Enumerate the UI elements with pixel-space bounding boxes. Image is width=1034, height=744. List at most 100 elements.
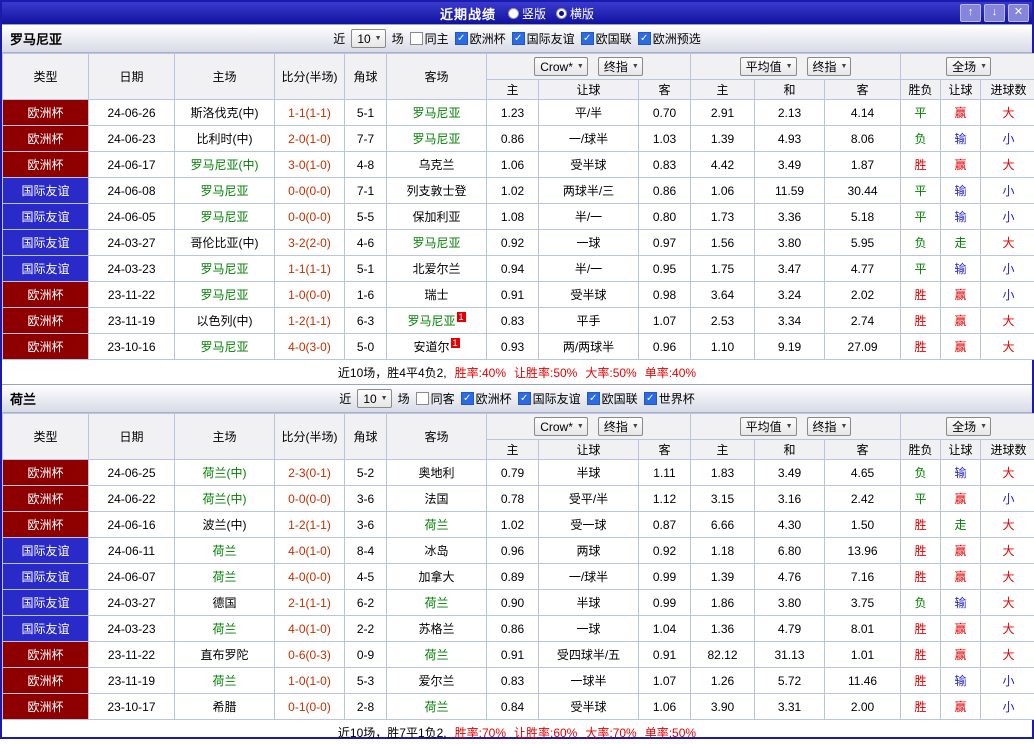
- home-team-cell[interactable]: 荷兰(中): [175, 460, 275, 486]
- away-team-cell[interactable]: 安道尔1: [387, 334, 487, 360]
- competition-cell: 国际友谊: [3, 564, 89, 590]
- away-team-cell[interactable]: 冰岛: [387, 538, 487, 564]
- away-team-cell[interactable]: 北爱尔兰: [387, 256, 487, 282]
- home-team-cell[interactable]: 罗马尼亚: [175, 178, 275, 204]
- column-header: 主: [691, 440, 755, 460]
- home-team-cell[interactable]: 罗马尼亚: [175, 256, 275, 282]
- result-handicap: 赢: [941, 308, 981, 334]
- match-row: 欧洲杯23-11-22直布罗陀0-6(0-3)0-9荷兰0.91受四球半/五0.…: [3, 642, 1034, 668]
- scope-select[interactable]: 全场▼: [946, 417, 991, 436]
- home-team-cell[interactable]: 以色列(中): [175, 308, 275, 334]
- checkbox-icon: ✓: [461, 392, 474, 405]
- home-team-cell[interactable]: 波兰(中): [175, 512, 275, 538]
- home-team-cell[interactable]: 荷兰: [175, 616, 275, 642]
- league-checkbox[interactable]: ✓欧洲预选: [638, 30, 701, 47]
- team-name-text: 荷兰: [212, 674, 236, 688]
- away-team-cell[interactable]: 瑞士: [387, 282, 487, 308]
- move-up-button[interactable]: ↑: [960, 4, 981, 22]
- away-team-cell[interactable]: 罗马尼亚1: [387, 308, 487, 334]
- home-team-cell[interactable]: 罗马尼亚: [175, 204, 275, 230]
- team-name-text: 哥伦比亚(中): [191, 236, 259, 250]
- away-team-cell[interactable]: 乌克兰: [387, 152, 487, 178]
- final-index-select[interactable]: 终指▼: [807, 417, 852, 436]
- match-row: 欧洲杯24-06-26斯洛伐克(中)1-1(1-1)5-1罗马尼亚1.23平/半…: [3, 100, 1034, 126]
- away-team-cell[interactable]: 奥地利: [387, 460, 487, 486]
- away-team-cell[interactable]: 加拿大: [387, 564, 487, 590]
- away-team-cell[interactable]: 列支敦士登: [387, 178, 487, 204]
- avg-away-odds: 3.75: [825, 590, 901, 616]
- layout-radio-horizontal[interactable]: 横版: [556, 5, 594, 22]
- final-index-select[interactable]: 终指▼: [598, 417, 643, 436]
- close-button[interactable]: ✕: [1008, 4, 1029, 22]
- summary-stat: 胜率:40%: [455, 364, 506, 381]
- league-checkbox[interactable]: ✓欧国联: [587, 390, 638, 407]
- league-label: 欧洲预选: [653, 30, 701, 47]
- home-team-cell[interactable]: 荷兰: [175, 538, 275, 564]
- column-header: 比分(半场): [275, 414, 345, 460]
- avg-home-odds: 1.10: [691, 334, 755, 360]
- away-team-cell[interactable]: 荷兰: [387, 590, 487, 616]
- asia-away-odds: 0.99: [639, 590, 691, 616]
- away-team-cell[interactable]: 荷兰: [387, 694, 487, 720]
- home-team-cell[interactable]: 斯洛伐克(中): [175, 100, 275, 126]
- final-index-select[interactable]: 终指▼: [807, 57, 852, 76]
- home-team-cell[interactable]: 德国: [175, 590, 275, 616]
- radio-icon: [508, 8, 519, 19]
- home-team-cell[interactable]: 罗马尼亚: [175, 282, 275, 308]
- layout-radio-vertical[interactable]: 竖版: [508, 5, 546, 22]
- away-team-cell[interactable]: 罗马尼亚: [387, 230, 487, 256]
- league-checkbox[interactable]: ✓世界杯: [644, 390, 695, 407]
- near-label: 近: [333, 30, 345, 47]
- home-team-cell[interactable]: 荷兰(中): [175, 486, 275, 512]
- match-count-select[interactable]: 10▼: [357, 389, 391, 408]
- home-team-cell[interactable]: 荷兰: [175, 564, 275, 590]
- away-team-cell[interactable]: 法国: [387, 486, 487, 512]
- away-team-cell[interactable]: 保加利亚: [387, 204, 487, 230]
- result-handicap: 走: [941, 230, 981, 256]
- corner-cell: 1-6: [345, 282, 387, 308]
- asia-handicap: 平/半: [539, 100, 639, 126]
- asia-handicap: 半/一: [539, 204, 639, 230]
- column-header: 日期: [89, 54, 175, 100]
- away-team-cell[interactable]: 苏格兰: [387, 616, 487, 642]
- average-select[interactable]: 平均值▼: [740, 417, 797, 436]
- league-checkbox[interactable]: ✓国际友谊: [512, 30, 575, 47]
- asia-away-odds: 1.06: [639, 694, 691, 720]
- move-down-button[interactable]: ↓: [984, 4, 1005, 22]
- scope-select[interactable]: 全场▼: [946, 57, 991, 76]
- asia-home-odds: 0.92: [487, 230, 539, 256]
- league-checkbox[interactable]: ✓欧洲杯: [461, 390, 512, 407]
- average-select[interactable]: 平均值▼: [740, 57, 797, 76]
- away-team-cell[interactable]: 罗马尼亚: [387, 126, 487, 152]
- final-index-select[interactable]: 终指▼: [598, 57, 643, 76]
- avg-home-odds: 2.91: [691, 100, 755, 126]
- avg-home-odds: 1.73: [691, 204, 755, 230]
- away-team-cell[interactable]: 荷兰: [387, 512, 487, 538]
- avg-away-odds: 2.42: [825, 486, 901, 512]
- home-team-cell[interactable]: 哥伦比亚(中): [175, 230, 275, 256]
- league-checkbox[interactable]: ✓欧国联: [581, 30, 632, 47]
- result-outcome: 胜: [901, 564, 941, 590]
- home-team-cell[interactable]: 罗马尼亚(中): [175, 152, 275, 178]
- home-team-cell[interactable]: 直布罗陀: [175, 642, 275, 668]
- away-team-cell[interactable]: 荷兰: [387, 642, 487, 668]
- home-team-cell[interactable]: 荷兰: [175, 668, 275, 694]
- league-checkbox[interactable]: ✓国际友谊: [518, 390, 581, 407]
- home-team-cell[interactable]: 比利时(中): [175, 126, 275, 152]
- bookmaker-select[interactable]: Crow*▼: [534, 417, 588, 436]
- match-count-select[interactable]: 10▼: [351, 29, 385, 48]
- home-team-cell[interactable]: 罗马尼亚: [175, 334, 275, 360]
- team-name-text: 罗马尼亚: [412, 132, 460, 146]
- away-team-cell[interactable]: 爱尔兰: [387, 668, 487, 694]
- column-header: 客场: [387, 414, 487, 460]
- same-venue-checkbox[interactable]: 同客: [416, 390, 455, 407]
- same-venue-checkbox[interactable]: 同主: [410, 30, 449, 47]
- league-checkbox[interactable]: ✓欧洲杯: [455, 30, 506, 47]
- team-name-text: 荷兰: [424, 518, 448, 532]
- home-team-cell[interactable]: 希腊: [175, 694, 275, 720]
- asia-handicap: 一球: [539, 230, 639, 256]
- competition-cell: 国际友谊: [3, 538, 89, 564]
- bookmaker-select[interactable]: Crow*▼: [534, 57, 588, 76]
- away-team-cell[interactable]: 罗马尼亚: [387, 100, 487, 126]
- column-header: 日期: [89, 414, 175, 460]
